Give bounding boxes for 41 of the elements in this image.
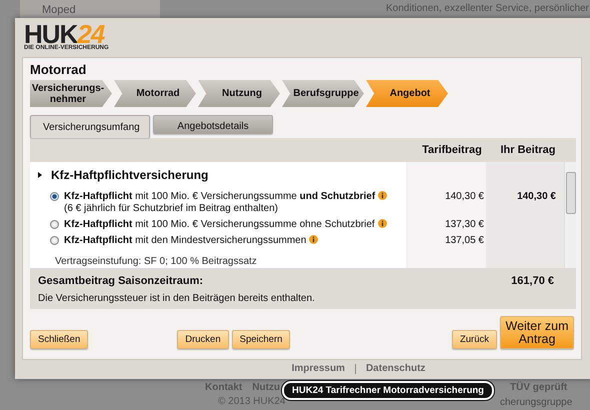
tariff-price: 140,30 € — [445, 191, 484, 202]
tax-note: Die Versicherungssteuer ist in den Beiträgen bereits enthalten. — [37, 292, 316, 306]
triangle-icon — [38, 172, 42, 178]
continue-button[interactable]: Weiter zum Antrag — [500, 316, 574, 349]
tariff-price: 137,30 € — [445, 219, 484, 230]
option-note: (6 € jährlich für Schutzbrief im Beitrag enthalten) — [64, 203, 278, 214]
column-header: Tarifbeitrag — [421, 144, 483, 156]
contract-rating-text: Vertragseinstufung: SF 0; 100 % Beitragssatz — [55, 256, 257, 267]
wizard-step[interactable]: Angebot — [366, 80, 448, 107]
column-header: Ihr Beitrag — [499, 144, 556, 156]
section-title: Kfz-Haftpflichtversicherung — [51, 168, 208, 182]
info-icon[interactable] — [378, 191, 388, 200]
radio-button[interactable] — [50, 220, 59, 229]
tab[interactable]: Angebotsdetails — [153, 115, 273, 134]
action-button[interactable]: Schließen — [30, 330, 88, 349]
total-amount: 161,70 € — [511, 275, 554, 287]
option-label: Kfz-Haftpflicht mit den Mindestversicherungssummen — [64, 235, 306, 246]
action-button[interactable]: Drucken — [177, 330, 229, 349]
background-intro-text: Konditionen, exzellenter Service, persönlicher — [386, 3, 589, 14]
option-label: Kfz-Haftpflicht mit 100 Mio. € Versicherungssumme und Schutzbrief — [64, 191, 376, 202]
tooltip: HUK24 Tarifrechner Motorradversicherung — [282, 381, 494, 400]
tab[interactable]: Versicherungsumfang — [30, 115, 150, 138]
total-label: Gesamtbeitrag Saisonzeitraum: — [38, 275, 204, 287]
info-icon[interactable] — [378, 219, 387, 228]
wizard-step[interactable]: Versicherungs- nehmer — [30, 80, 112, 107]
wizard-step[interactable]: Motorrad — [114, 80, 196, 107]
radio-button[interactable] — [50, 192, 59, 201]
scrollbar[interactable] — [564, 162, 576, 268]
footer-link[interactable]: Impressum — [292, 363, 345, 374]
footer-link[interactable]: Datenschutz — [366, 363, 426, 374]
radio-button[interactable] — [50, 236, 59, 245]
dialog-title: Motorrad — [30, 62, 88, 78]
wizard-step[interactable]: Nutzung — [198, 80, 280, 107]
option-label: Kfz-Haftpflicht mit 100 Mio. € Versicherungssumme ohne Schutzbrief — [64, 219, 375, 230]
info-icon[interactable] — [309, 235, 318, 244]
background-copyright: cherungsgruppe — [500, 397, 572, 408]
wizard-step[interactable]: Berufsgruppe — [282, 80, 364, 107]
action-button[interactable]: Zurück — [452, 330, 497, 349]
action-button[interactable]: Speichern — [232, 330, 290, 349]
tariff-price: 137,05 € — [445, 235, 484, 246]
your-price: 140,30 € — [517, 191, 556, 202]
